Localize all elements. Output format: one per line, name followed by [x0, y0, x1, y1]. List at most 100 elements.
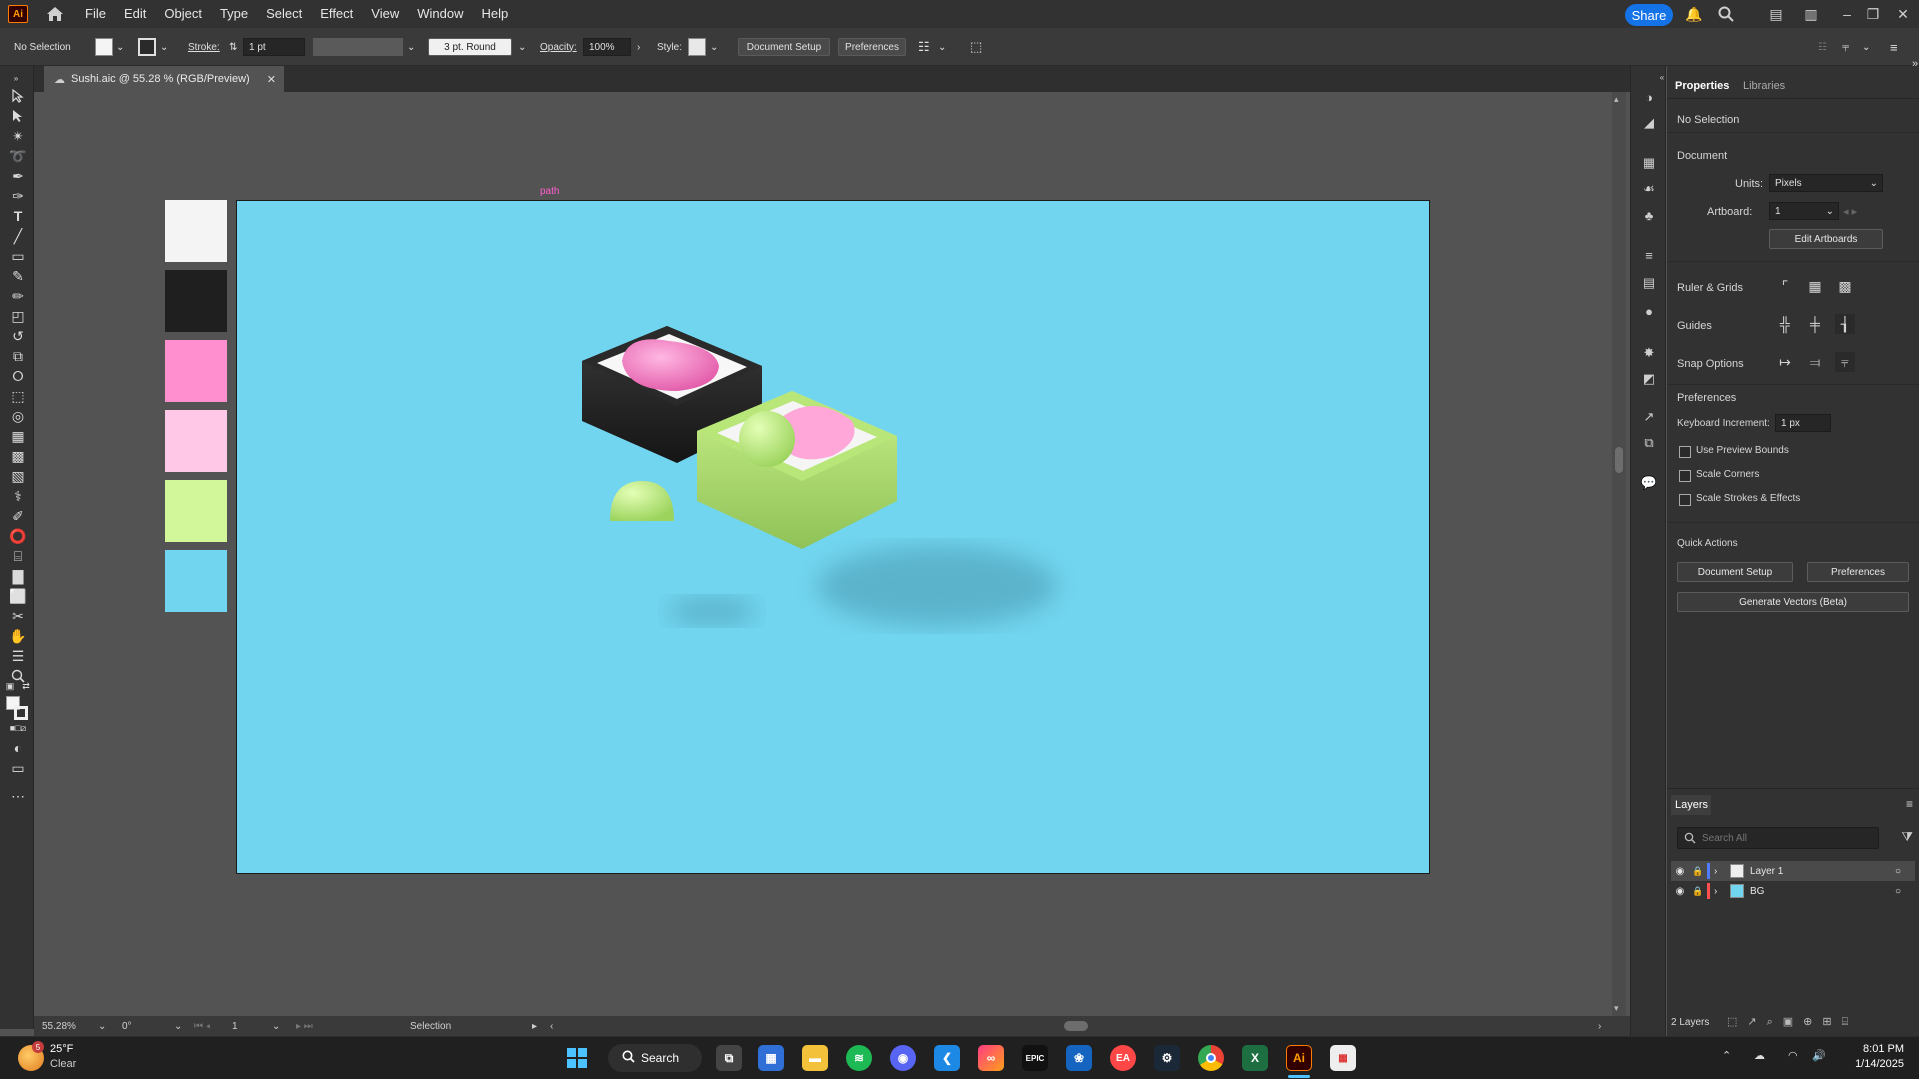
artboards-panel-icon[interactable]: ⧉: [1640, 434, 1658, 452]
fill-swatch[interactable]: [95, 38, 113, 56]
calendar-notification-icon[interactable]: ▦: [1330, 1045, 1356, 1071]
symbols-icon[interactable]: ♣: [1640, 206, 1658, 224]
panel-toggle-icon[interactable]: ⫧: [1842, 38, 1849, 56]
tray-chevron-icon[interactable]: ⌃: [1722, 1049, 1731, 1062]
layer-row-layer-1[interactable]: ◉ 🔒 › Layer 1 ○: [1671, 861, 1915, 881]
default-fill-stroke-icon[interactable]: ▣: [4, 680, 16, 692]
horizontal-scroll-thumb[interactable]: [1064, 1021, 1088, 1031]
onedrive-icon[interactable]: ☁: [1754, 1049, 1765, 1062]
swatch-black[interactable]: [165, 270, 227, 332]
align-dropdown-icon[interactable]: ⌄: [938, 38, 946, 56]
units-dropdown[interactable]: Pixels ⌄: [1769, 174, 1883, 192]
stroke-panel-icon[interactable]: ≡: [1640, 246, 1658, 264]
brushes-icon[interactable]: ☙: [1640, 180, 1658, 198]
ea-app-icon[interactable]: EA: [1110, 1045, 1136, 1071]
hscroll-right-icon[interactable]: ›: [1598, 1019, 1601, 1033]
close-tab-icon[interactable]: ✕: [267, 73, 276, 86]
fill-dropdown-icon[interactable]: ⌄: [116, 38, 124, 56]
expand-chevron-icon[interactable]: ›: [1714, 886, 1726, 897]
paintbrush-tool-icon[interactable]: ✎: [8, 266, 28, 286]
ruler-icon[interactable]: ⌜: [1775, 276, 1795, 296]
rotation-value[interactable]: 0°: [122, 1019, 132, 1033]
eyedropper-tool-icon[interactable]: ⚕: [8, 486, 28, 506]
column-graph-tool-icon[interactable]: ▇: [8, 566, 28, 586]
eraser-tool-icon[interactable]: ◰: [8, 306, 28, 326]
artboard-number[interactable]: 1: [232, 1019, 238, 1033]
filter-icon[interactable]: ⧩: [1901, 829, 1913, 845]
blend-tool-icon[interactable]: ✐: [8, 506, 28, 526]
brush-definition[interactable]: 3 pt. Round: [428, 38, 512, 56]
discord-icon[interactable]: ◉: [890, 1045, 916, 1071]
layers-search-box[interactable]: [1677, 827, 1879, 849]
artboard-dropdown-icon[interactable]: ⌄: [272, 1019, 280, 1033]
close-icon[interactable]: ✕: [1894, 5, 1912, 23]
control-menu-icon[interactable]: ≡: [1890, 38, 1898, 56]
share-button[interactable]: Share: [1625, 4, 1673, 26]
brush-dropdown-icon[interactable]: ⌄: [518, 38, 526, 56]
preferences-button[interactable]: Preferences: [838, 38, 906, 56]
swap-fill-stroke-icon[interactable]: ⇄: [20, 680, 32, 692]
artboard[interactable]: [236, 200, 1430, 874]
hscroll-left-icon[interactable]: ‹: [550, 1019, 553, 1033]
shape-builder-tool-icon[interactable]: ◎: [8, 406, 28, 426]
stroke-stepper-icon[interactable]: ⇅: [229, 38, 237, 56]
transparency-grid-icon[interactable]: ▩: [1835, 276, 1855, 296]
print-tiling-tool-icon[interactable]: ☰: [8, 646, 28, 666]
swatch-white[interactable]: [165, 200, 227, 262]
vscode-icon[interactable]: ❮: [934, 1045, 960, 1071]
free-transform-tool-icon[interactable]: ⬚: [8, 386, 28, 406]
tab-libraries[interactable]: Libraries: [1743, 76, 1785, 96]
rotation-dropdown-icon[interactable]: ⌄: [174, 1019, 182, 1033]
workspace-icon[interactable]: ▤: [1767, 5, 1785, 23]
graphic-style-swatch[interactable]: [688, 38, 706, 56]
color-wheel-icon[interactable]: ◑: [1640, 88, 1658, 106]
stroke-swatch[interactable]: [138, 38, 156, 56]
color-guide-icon[interactable]: ◢: [1640, 114, 1658, 132]
menu-object[interactable]: Object: [155, 0, 211, 28]
lock-icon[interactable]: 🔒: [1689, 886, 1707, 897]
snap-to-point-icon[interactable]: ↦: [1775, 352, 1795, 372]
taskbar-search[interactable]: Search: [608, 1044, 702, 1072]
steam-icon[interactable]: ⚙: [1154, 1045, 1180, 1071]
zoom-dropdown-icon[interactable]: ⌄: [98, 1019, 106, 1033]
generate-vectors-button[interactable]: Generate Vectors (Beta): [1677, 592, 1909, 612]
stroke-label[interactable]: Stroke:: [188, 38, 220, 56]
wifi-icon[interactable]: ◠: [1788, 1049, 1798, 1062]
slice-tool-icon[interactable]: ✂: [8, 606, 28, 626]
color-mode-icons[interactable]: ■□⧄: [4, 722, 32, 734]
clock-date[interactable]: 1/14/2025: [1840, 1058, 1904, 1070]
scale-tool-icon[interactable]: ⧉: [8, 346, 28, 366]
layers-tab[interactable]: Layers: [1671, 795, 1711, 815]
layers-footer-icons[interactable]: ⬚↗⌕▣⊕⊞⌸: [1727, 1015, 1858, 1029]
magic-wand-tool-icon[interactable]: ✴: [8, 126, 28, 146]
zoom-level[interactable]: 55.28%: [42, 1019, 76, 1033]
stroke-weight-input[interactable]: 1 pt: [243, 38, 305, 56]
opacity-label[interactable]: Opacity:: [540, 38, 577, 56]
visibility-eye-icon[interactable]: ◉: [1671, 886, 1689, 897]
creative-cloud-icon[interactable]: ∞: [978, 1045, 1004, 1071]
symbol-tool-icon[interactable]: ⌸: [8, 546, 28, 566]
file-explorer-icon[interactable]: ▬: [802, 1045, 828, 1071]
scale-corners-checkbox[interactable]: [1679, 470, 1691, 482]
grid-icon[interactable]: ▦: [1805, 276, 1825, 296]
lock-guides-icon[interactable]: ╪: [1805, 314, 1825, 334]
menu-window[interactable]: Window: [408, 0, 472, 28]
layer-name[interactable]: BG: [1750, 886, 1764, 897]
epic-games-icon[interactable]: EPIC: [1022, 1045, 1048, 1071]
transparency-icon[interactable]: ●: [1640, 302, 1658, 320]
excel-icon[interactable]: X: [1242, 1045, 1268, 1071]
comments-icon[interactable]: 💬: [1640, 474, 1658, 492]
shaper-tool-icon[interactable]: ✏: [8, 286, 28, 306]
illustrator-taskbar-icon[interactable]: Ai: [1286, 1045, 1312, 1071]
artboard-prev-next-icons[interactable]: ◂ ▸: [1843, 205, 1857, 218]
edit-toolbar-icon[interactable]: ⋯: [8, 786, 28, 806]
type-tool-icon[interactable]: T: [8, 206, 28, 226]
hand-tool-icon[interactable]: ✋: [8, 626, 28, 646]
menu-type[interactable]: Type: [211, 0, 257, 28]
opacity-input[interactable]: 100%: [583, 38, 631, 56]
rotate-tool-icon[interactable]: ↺: [8, 326, 28, 346]
graphic-styles-icon[interactable]: ◩: [1640, 370, 1658, 388]
show-guides-icon[interactable]: ╬: [1775, 314, 1795, 334]
swatch-sky-blue[interactable]: [165, 550, 227, 612]
panel-toggle-dropdown-icon[interactable]: ⌄: [1862, 38, 1870, 56]
